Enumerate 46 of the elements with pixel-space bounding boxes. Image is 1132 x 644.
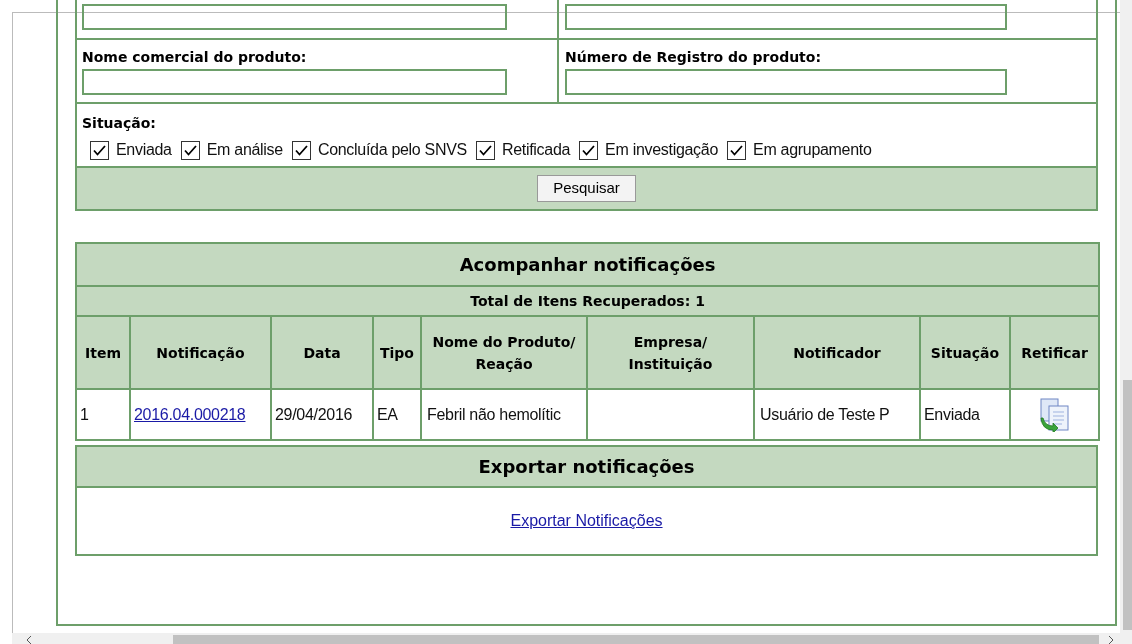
table-cell: 29/04/2016 bbox=[271, 389, 373, 440]
table-cell: Enviada bbox=[920, 389, 1010, 440]
section-label: Situação: bbox=[82, 114, 157, 133]
checkbox[interactable] bbox=[291, 140, 311, 160]
checkbox-label: Enviada bbox=[116, 140, 172, 160]
scroll-right-icon[interactable] bbox=[1108, 636, 1114, 644]
checkbox-label: Concluída pelo SNVS bbox=[317, 140, 467, 160]
search-button[interactable]: Pesquisar bbox=[537, 175, 636, 202]
documents-icon[interactable] bbox=[1038, 397, 1071, 432]
text-field[interactable] bbox=[82, 4, 507, 30]
column-header: Nome do Produto/ Reação bbox=[421, 316, 587, 389]
table-cell: EA bbox=[373, 389, 421, 440]
table-cell: Febril não hemolític bbox=[421, 389, 587, 440]
checkbox-label: Retificada bbox=[501, 140, 571, 160]
column-header: Tipo bbox=[373, 316, 421, 389]
checkbox[interactable] bbox=[475, 140, 495, 160]
checkbox[interactable] bbox=[180, 140, 200, 160]
total-count: Total de Itens Recuperados: 1 bbox=[76, 286, 1100, 316]
table-cell: Usuário de Teste P bbox=[754, 389, 920, 440]
horizontal-scrollbar[interactable] bbox=[12, 633, 1132, 644]
column-header: Empresa/ Instituição bbox=[587, 316, 754, 389]
column-header: Situação bbox=[920, 316, 1010, 389]
column-header: Data bbox=[271, 316, 373, 389]
text-field[interactable] bbox=[82, 69, 507, 95]
text-field[interactable] bbox=[565, 4, 1007, 30]
column-header: Retificar bbox=[1010, 316, 1100, 389]
checkbox-label: Em análise bbox=[206, 140, 283, 160]
field-label: Nome comercial do produto: bbox=[82, 48, 308, 67]
section-header: Exportar notificações bbox=[77, 447, 1096, 488]
column-header: Notificador bbox=[754, 316, 920, 389]
scroll-left-icon[interactable] bbox=[26, 636, 32, 644]
export-link[interactable]: Exportar Notificações bbox=[510, 509, 663, 533]
checkbox-label: Em investigação bbox=[605, 140, 718, 160]
scrollbar-thumb[interactable] bbox=[173, 635, 1099, 644]
table-title: Acompanhar notificações bbox=[76, 243, 1100, 286]
scrollbar-thumb[interactable] bbox=[1123, 380, 1132, 630]
table-cell: 1 bbox=[76, 389, 130, 440]
text-field[interactable] bbox=[565, 69, 1007, 95]
checkbox-label: Em agrupamento bbox=[753, 140, 872, 160]
checkbox[interactable] bbox=[579, 140, 599, 160]
column-header: Item bbox=[76, 316, 130, 389]
column-header: Notificação bbox=[130, 316, 271, 389]
checkbox[interactable] bbox=[727, 140, 746, 160]
field-label: Número de Registro do produto: bbox=[565, 48, 823, 67]
checkbox[interactable] bbox=[90, 140, 109, 160]
vertical-scrollbar[interactable] bbox=[1120, 0, 1132, 633]
